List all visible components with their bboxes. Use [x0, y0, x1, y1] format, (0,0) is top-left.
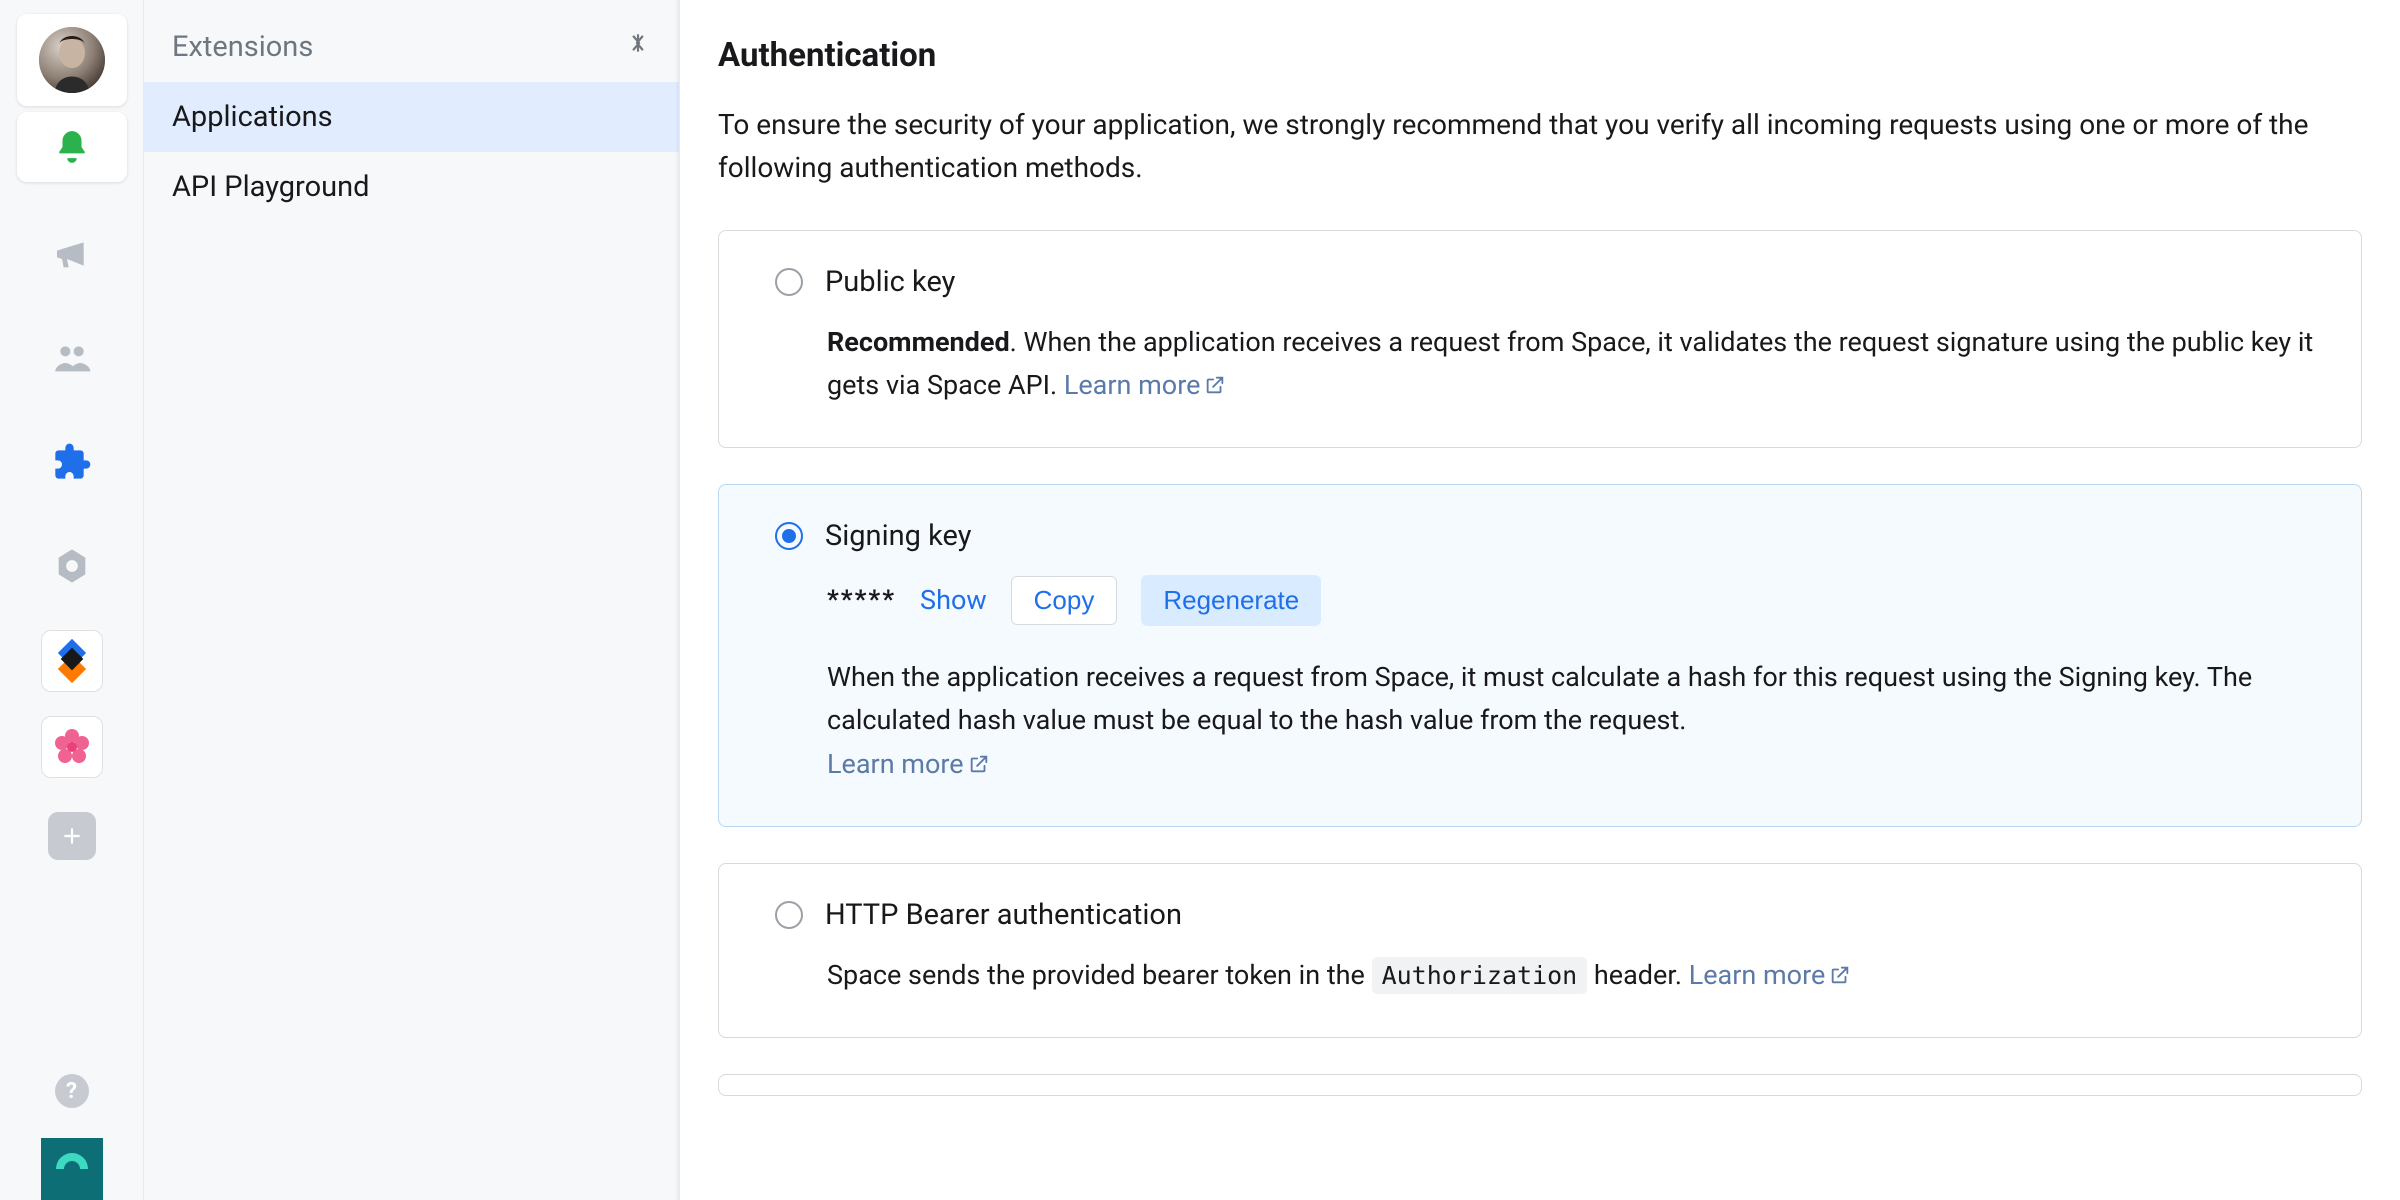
- bell-icon: [53, 128, 91, 166]
- learn-more-link[interactable]: Learn more: [1689, 959, 1852, 991]
- help-button[interactable]: ?: [55, 1074, 89, 1108]
- question-mark-icon: ?: [66, 1079, 77, 1104]
- flower-icon: [50, 725, 94, 769]
- rail-team[interactable]: [36, 322, 108, 394]
- sidebar: Extensions Applications API Playground: [144, 0, 680, 1200]
- radio-signing-key[interactable]: [775, 522, 803, 550]
- avatar-button[interactable]: [17, 14, 127, 106]
- plus-icon: [59, 823, 85, 849]
- radio-public-key[interactable]: [775, 268, 803, 296]
- rail-project-1[interactable]: [41, 630, 103, 692]
- learn-more-link[interactable]: Learn more: [827, 748, 990, 780]
- people-icon: [52, 338, 92, 378]
- auth-method-body: Recommended. When the application receiv…: [775, 321, 2317, 409]
- sidebar-item-label: Applications: [172, 100, 333, 134]
- sidebar-item-api-playground[interactable]: API Playground: [144, 152, 679, 222]
- signing-key-row: ***** Show Copy Regenerate: [827, 575, 2317, 626]
- hex-nut-icon: [52, 546, 92, 586]
- nav-rail: ?: [0, 0, 144, 1200]
- rail-extensions[interactable]: [36, 426, 108, 498]
- megaphone-icon: [52, 234, 92, 274]
- show-button[interactable]: Show: [920, 579, 987, 622]
- auth-method-signing-key[interactable]: Signing key ***** Show Copy Regenerate W…: [718, 484, 2362, 827]
- external-link-icon: [1204, 366, 1226, 409]
- product-logo[interactable]: [41, 1138, 103, 1200]
- main-content: Authentication To ensure the security of…: [680, 0, 2400, 1200]
- collapse-icon: [625, 30, 651, 56]
- auth-method-body: Space sends the provided bearer token in…: [775, 954, 2317, 999]
- copy-button[interactable]: Copy: [1011, 576, 1118, 625]
- authorization-header-code: Authorization: [1372, 957, 1588, 994]
- notifications-button[interactable]: [17, 112, 127, 182]
- avatar: [39, 27, 105, 93]
- auth-method-description: When the application receives a request …: [827, 656, 2317, 742]
- rail-project-2[interactable]: [41, 716, 103, 778]
- signing-key-masked: *****: [827, 580, 896, 622]
- rail-settings[interactable]: [36, 530, 108, 602]
- rail-announcements[interactable]: [36, 218, 108, 290]
- auth-method-title: HTTP Bearer authentication: [825, 898, 1182, 932]
- avatar-image: [39, 27, 105, 93]
- page-title: Authentication: [718, 36, 2362, 75]
- auth-method-next[interactable]: [718, 1074, 2362, 1096]
- puzzle-icon: [52, 442, 92, 482]
- page-description: To ensure the security of your applicati…: [718, 103, 2362, 190]
- learn-more-link[interactable]: Learn more: [1064, 369, 1227, 401]
- sidebar-collapse-button[interactable]: [625, 30, 651, 64]
- rail-add[interactable]: [48, 812, 96, 860]
- regenerate-button[interactable]: Regenerate: [1141, 575, 1321, 626]
- bearer-description-before: Space sends the provided bearer token in…: [827, 959, 1372, 991]
- external-link-icon: [968, 745, 990, 788]
- radio-bearer[interactable]: [775, 901, 803, 929]
- bearer-description-after: header.: [1587, 959, 1688, 991]
- auth-method-bearer[interactable]: HTTP Bearer authentication Space sends t…: [718, 863, 2362, 1038]
- auth-method-public-key[interactable]: Public key Recommended. When the applica…: [718, 230, 2362, 448]
- sidebar-title: Extensions: [172, 30, 313, 64]
- sidebar-item-applications[interactable]: Applications: [144, 82, 679, 152]
- auth-method-description: . When the application receives a reques…: [827, 326, 2313, 401]
- auth-method-title: Signing key: [825, 519, 971, 553]
- external-link-icon: [1829, 956, 1851, 999]
- diamond-icon: [50, 639, 94, 683]
- sidebar-item-label: API Playground: [172, 170, 369, 204]
- logo-icon: [52, 1149, 92, 1189]
- recommended-label: Recommended: [827, 326, 1010, 358]
- auth-method-title: Public key: [825, 265, 955, 299]
